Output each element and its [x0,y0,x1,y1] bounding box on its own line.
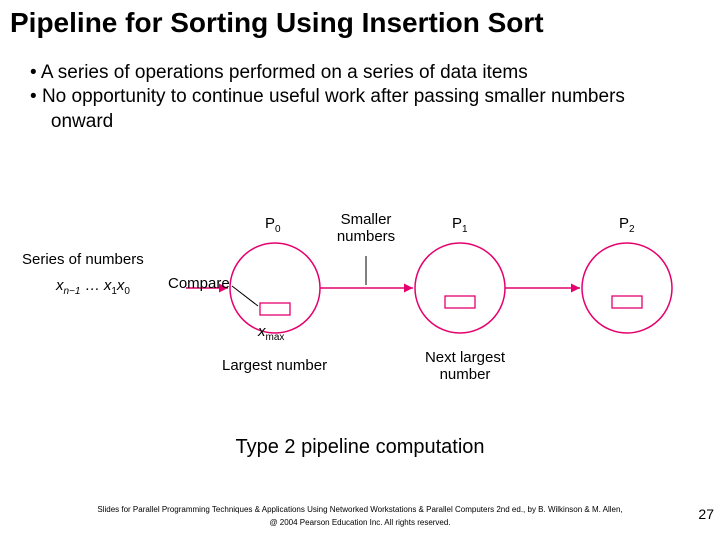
footer: Slides for Parallel Programming Techniqu… [0,504,720,530]
xmax-label: xmax [258,324,284,343]
series-values: xn−1 … x1x0 [56,278,130,297]
bullet-list: A series of operations performed on a se… [0,39,720,135]
footer-line-2: @ 2004 Pearson Education Inc. All rights… [0,517,720,530]
next-largest-label: Next largestnumber [420,350,510,383]
page-number: 27 [698,506,714,522]
bullet-item: No opportunity to continue useful work a… [30,85,690,134]
largest-label: Largest number [222,358,327,375]
compare-label: Compare [168,276,230,293]
bullet-item: A series of operations performed on a se… [30,61,690,86]
pipeline-diagram: Series of numbers xn−1 … x1x0 P0 P1 P2 S… [0,208,720,398]
p1-label: P1 [452,216,468,235]
series-label: Series of numbers [22,252,144,269]
footer-line-1: Slides for Parallel Programming Techniqu… [0,504,720,517]
p0-label: P0 [265,216,281,235]
smaller-label: Smallernumbers [320,212,412,245]
caption: Type 2 pipeline computation [0,436,720,459]
p2-label: P2 [619,216,635,235]
page-title: Pipeline for Sorting Using Insertion Sor… [0,0,720,39]
